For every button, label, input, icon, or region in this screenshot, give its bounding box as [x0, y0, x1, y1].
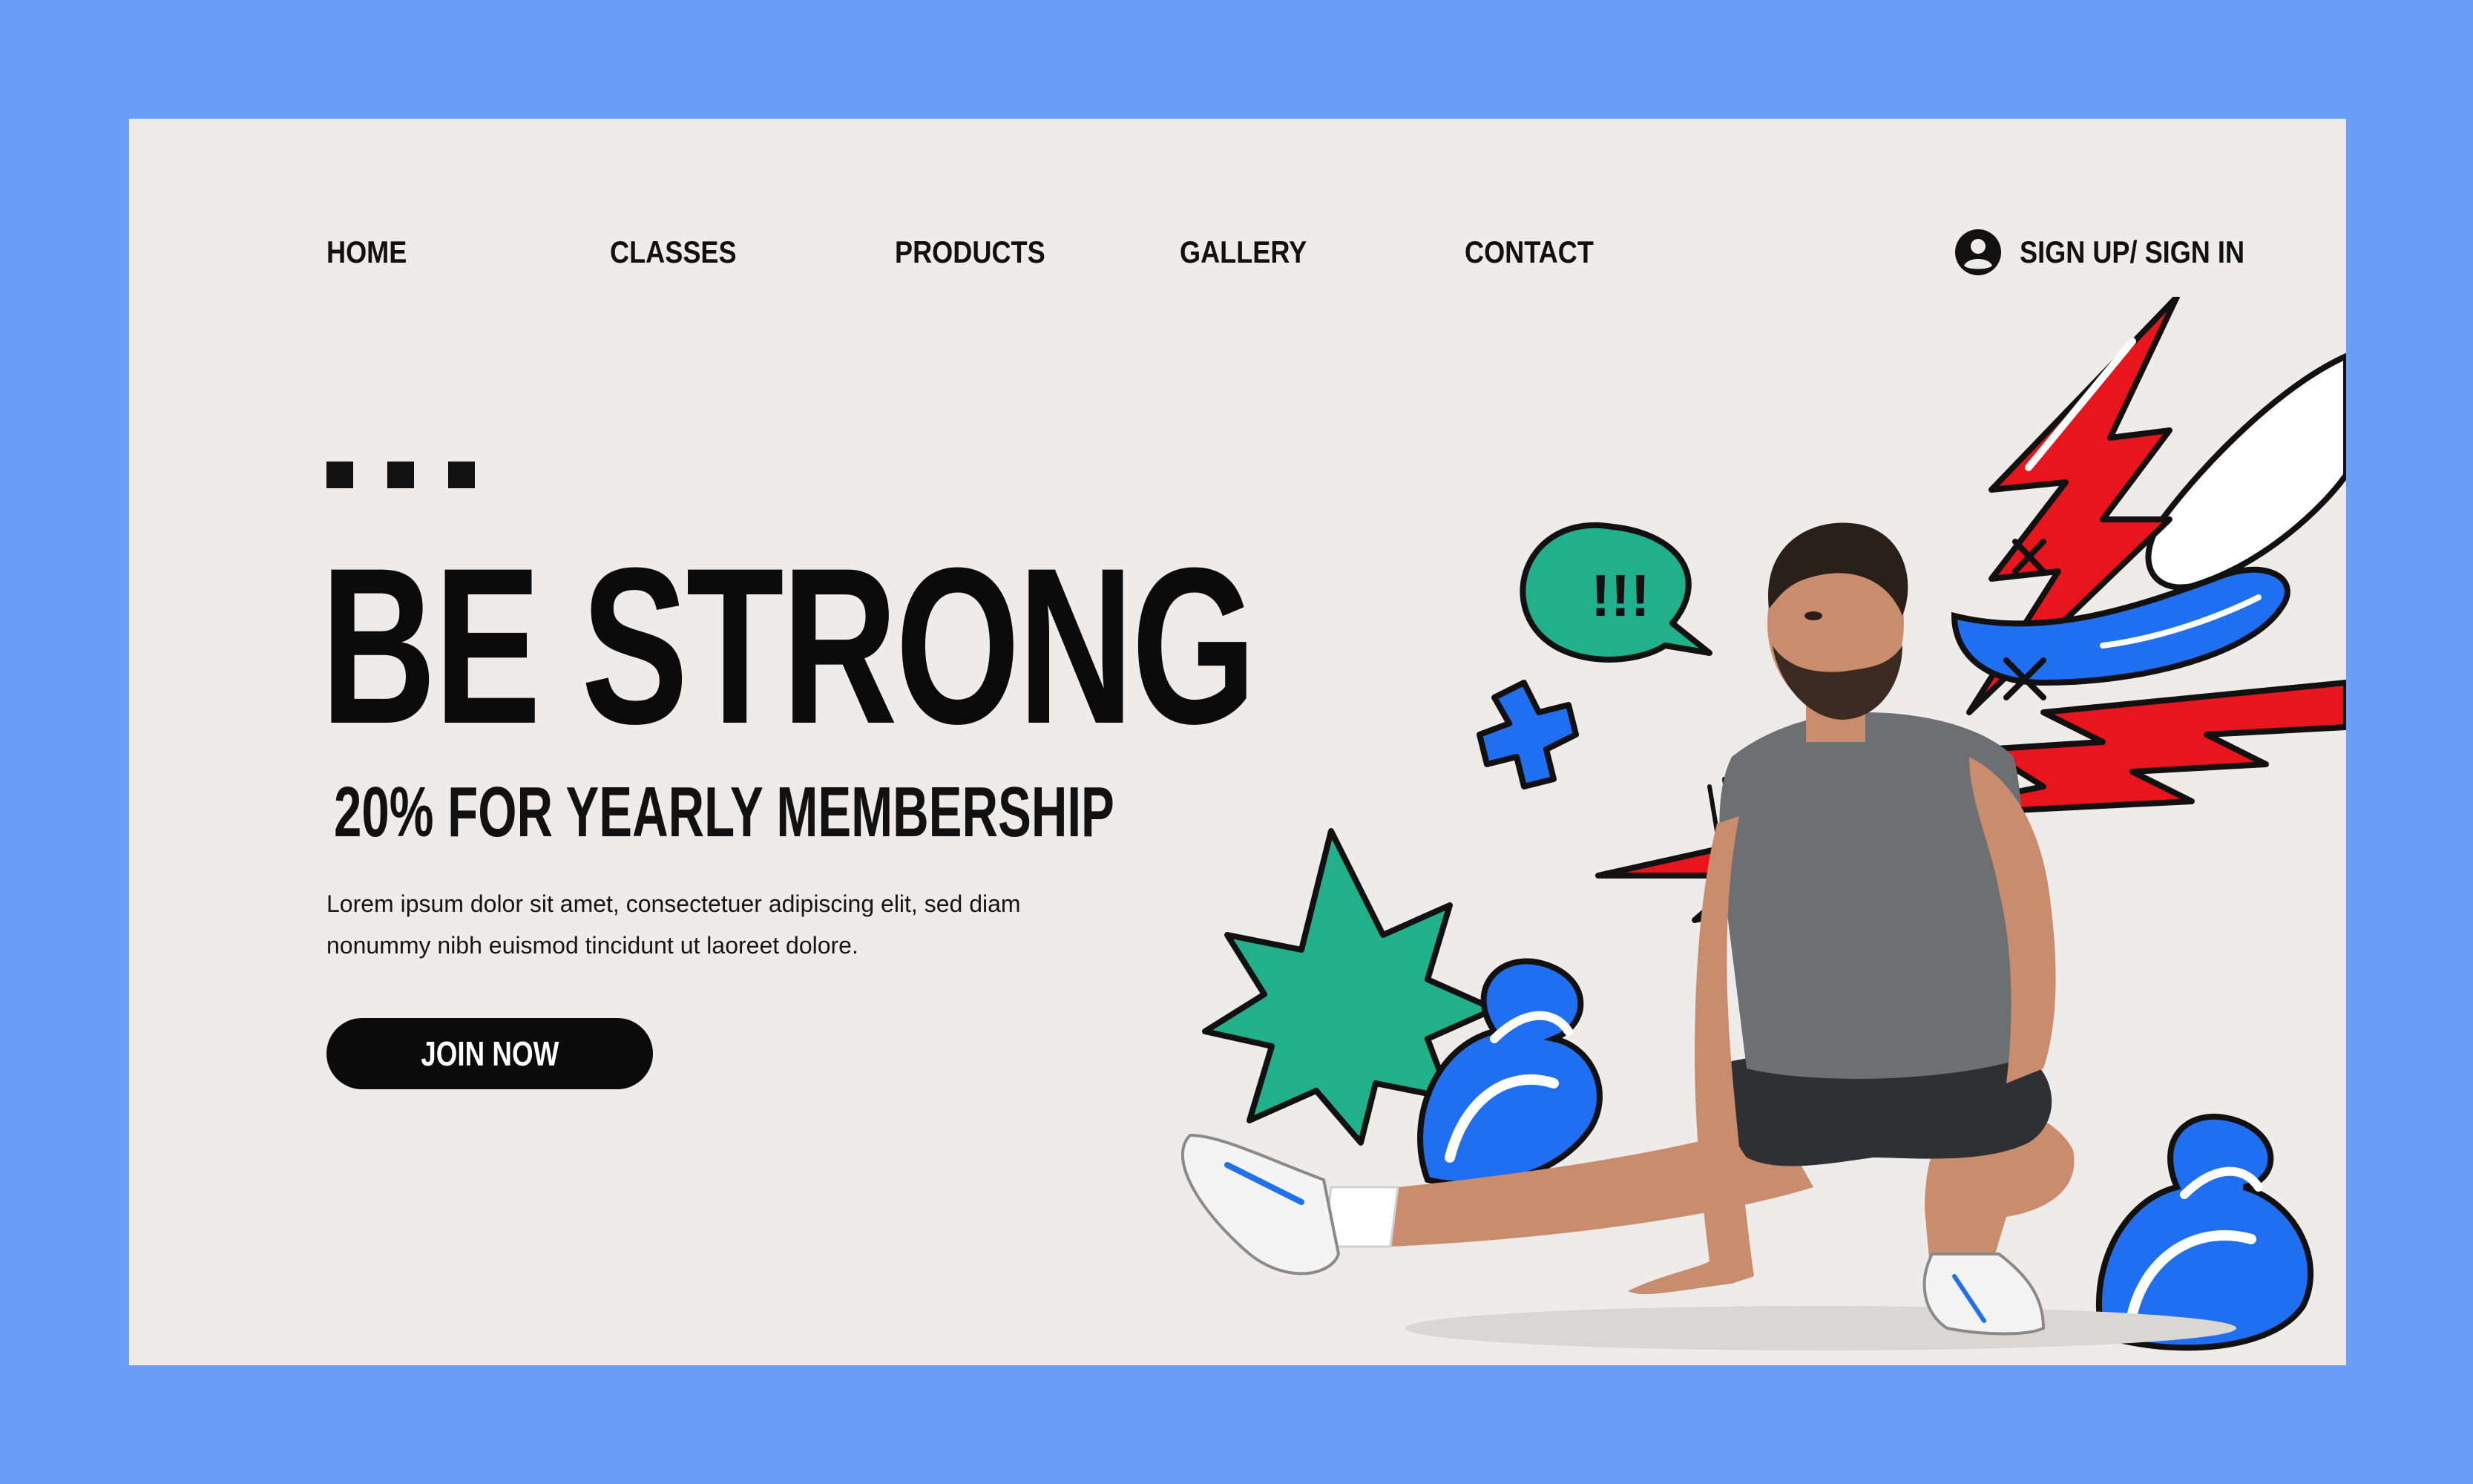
hero-description: Lorem ipsum dolor sit amet, consectetuer… [326, 883, 1202, 966]
floor-shadow [1405, 1306, 2236, 1350]
exclamation-text: !!! [1591, 562, 1650, 628]
join-now-button[interactable]: JOIN NOW [326, 1018, 653, 1089]
blue-wave-icon [2095, 1113, 2313, 1351]
nav-home[interactable]: HOME [326, 230, 407, 275]
blue-swirl-shape [1951, 566, 2290, 686]
exclamation-bubble-icon: !!! [1520, 522, 1712, 663]
user-circle-icon [1955, 229, 2001, 275]
nav-products[interactable]: PRODUCTS [895, 230, 1045, 275]
hero-illustration: !!! [1181, 297, 2346, 1351]
nav-classes[interactable]: CLASSES [610, 230, 737, 275]
dot [387, 462, 414, 488]
sign-in-link[interactable]: SIGN UP/ SIGN IN [1954, 226, 2281, 278]
dot [326, 462, 353, 488]
landing-page: HOME CLASSES PRODUCTS GALLERY CONTACT SI… [129, 119, 2346, 1365]
hero-subheadline: 20% FOR YEARLY MEMBERSHIP [334, 772, 1114, 852]
join-now-label: JOIN NOW [420, 1034, 559, 1073]
dot [448, 462, 475, 488]
decorative-dots [326, 462, 475, 488]
hero-description-line: nonummy nibh euismod tincidunt ut laoree… [326, 932, 858, 959]
nav-gallery[interactable]: GALLERY [1180, 230, 1307, 275]
left-shoe [1181, 1133, 1341, 1275]
nav-contact[interactable]: CONTACT [1465, 230, 1594, 275]
white-swoosh-shape [2145, 352, 2346, 591]
sign-in-label: SIGN UP/ SIGN IN [2020, 234, 2245, 269]
hero-description-line: Lorem ipsum dolor sit amet, consectetuer… [326, 890, 1021, 917]
blue-cross-icon [1477, 680, 1579, 789]
